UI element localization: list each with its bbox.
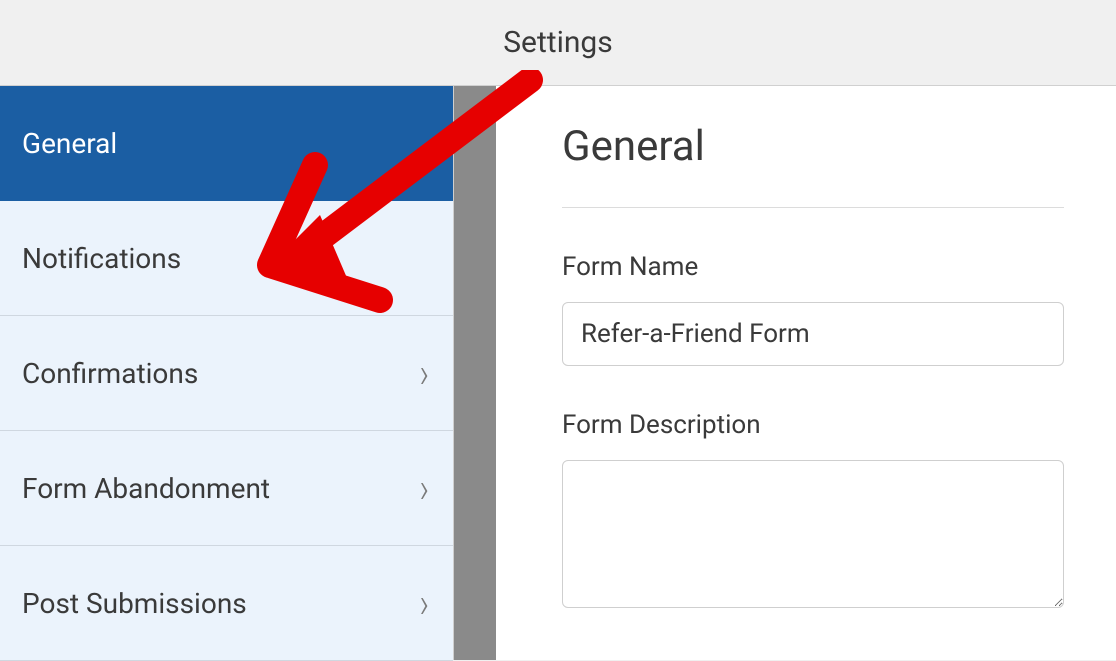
sidebar-item-label: Form Abandonment <box>22 472 270 505</box>
chevron-right-icon: › <box>419 578 429 627</box>
form-name-label: Form Name <box>562 252 1064 282</box>
body-wrap: General Notifications Confirmations › Fo… <box>0 86 1116 660</box>
form-description-input[interactable] <box>562 460 1064 608</box>
header-title: Settings <box>503 25 613 60</box>
sidebar-item-post-submissions[interactable]: Post Submissions › <box>0 546 453 661</box>
sidebar-item-confirmations[interactable]: Confirmations › <box>0 316 453 431</box>
chevron-right-icon: › <box>419 463 429 512</box>
settings-header: Settings <box>0 0 1116 86</box>
main-panel: General Form Name Form Description <box>496 86 1116 660</box>
form-description-label: Form Description <box>562 410 1064 440</box>
divider <box>562 207 1064 208</box>
form-name-input[interactable] <box>562 302 1064 366</box>
main-heading: General <box>562 122 1064 171</box>
sidebar-item-notifications[interactable]: Notifications <box>0 201 453 316</box>
sidebar-item-label: Post Submissions <box>22 587 247 620</box>
gap-strip <box>454 86 496 660</box>
chevron-right-icon: › <box>419 348 429 397</box>
sidebar-item-label: Confirmations <box>22 357 198 390</box>
sidebar-item-label: Notifications <box>22 242 181 275</box>
sidebar-item-form-abandonment[interactable]: Form Abandonment › <box>0 431 453 546</box>
settings-sidebar: General Notifications Confirmations › Fo… <box>0 86 454 660</box>
sidebar-item-general[interactable]: General <box>0 86 453 201</box>
sidebar-item-label: General <box>22 127 117 160</box>
